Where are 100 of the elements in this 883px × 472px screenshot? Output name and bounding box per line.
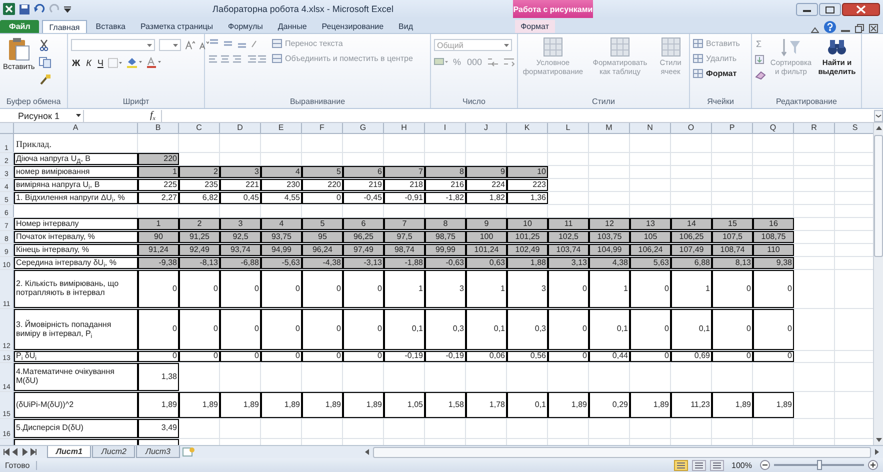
font-color-icon[interactable] [146,57,162,68]
vertical-align-icon[interactable] [208,39,258,49]
column-header[interactable]: K [507,123,548,134]
borders-icon[interactable] [108,58,122,68]
fill-icon[interactable] [755,55,765,65]
ribbon-tab[interactable]: Файл [0,20,40,33]
expand-icon[interactable] [874,110,883,122]
format-button[interactable]: Ч [96,58,104,68]
minimize-icon[interactable] [796,2,818,16]
scroll-left-icon[interactable] [364,448,370,456]
ribbon-button[interactable]: Формат [693,69,740,78]
column-header[interactable]: M [589,123,630,134]
format-button[interactable]: Ж [71,58,82,68]
shrink-font-icon[interactable] [199,40,209,50]
ribbon-tab[interactable]: Данные [272,20,313,33]
sheet-tab[interactable]: Лист3 [136,446,180,458]
column-header[interactable]: H [384,123,425,134]
scroll-up-icon[interactable] [874,125,882,131]
column-header[interactable]: F [302,123,343,134]
restore-icon[interactable] [819,2,841,16]
column-header[interactable]: J [466,123,507,134]
table-cell: 13 [630,218,671,230]
table-cell: 93,74 [220,244,261,256]
table-cell: 6 [343,218,384,230]
grow-font-icon[interactable] [185,40,195,50]
column-header[interactable]: P [712,123,753,134]
view-icon[interactable] [692,460,706,470]
ribbon-tab[interactable]: Вид [392,20,420,33]
column-header[interactable]: C [179,123,220,134]
help-icon[interactable] [824,21,836,33]
scissors-icon[interactable] [38,39,49,51]
table-cell: 8,13 [712,257,753,269]
column-header[interactable]: G [343,123,384,134]
table-cell: 0,3 [425,309,466,350]
save-icon[interactable] [19,4,30,14]
font-size-field[interactable] [159,39,181,51]
table-cell: -0,19 [384,351,425,362]
ribbon-tab[interactable]: Формат [514,20,555,33]
decrease-decimal-icon[interactable] [503,57,516,67]
eraser-icon[interactable] [755,71,766,80]
table-cell: 1 [138,218,179,230]
increase-decimal-icon[interactable] [487,57,500,67]
column-header[interactable]: O [671,123,712,134]
insert-sheet-icon[interactable] [180,447,194,457]
brush-icon[interactable] [38,74,51,86]
undo-icon[interactable] [34,4,45,14]
table-cell: 14 [671,218,712,230]
ribbon-tab[interactable]: Вставка [90,20,132,33]
close-icon[interactable] [842,2,880,16]
ribbon-tab[interactable]: Формулы [222,20,269,33]
minimize-icon[interactable] [841,29,850,33]
view-icon[interactable] [710,460,724,470]
table-cell: 6 [343,166,384,178]
zoom-level[interactable]: 100% [732,460,752,470]
scroll-right-icon[interactable] [874,448,880,456]
ribbon-tab[interactable]: Рецензирование [316,20,390,33]
fill-color-icon[interactable] [126,57,142,68]
view-icon[interactable] [674,460,688,470]
zoom-in-icon[interactable] [868,460,878,470]
table-cell: 0,44 [589,351,630,362]
font-name-field[interactable] [71,39,155,51]
ribbon-tab[interactable]: Главная [42,20,87,33]
table-cell: 102,49 [507,244,548,256]
copy-icon[interactable] [38,57,53,68]
column-header[interactable]: Q [753,123,794,134]
name-box[interactable]: Рисунок 1 [0,110,84,122]
column-header[interactable]: R [794,123,835,134]
table-cell: 0 [220,351,261,362]
column-header[interactable]: L [548,123,589,134]
slider-thumb[interactable] [817,460,822,470]
sheet-tab[interactable]: Лист2 [92,446,136,458]
column-header[interactable]: I [425,123,466,134]
customize-icon[interactable] [64,5,71,13]
ribbon-tab[interactable]: Разметка страницы [134,20,220,33]
column-header[interactable]: A [14,123,138,134]
column-header[interactable]: D [220,123,261,134]
column-header[interactable]: N [630,123,671,134]
insert-function-button[interactable]: f$_{x}$ [150,110,156,121]
table-cell: 99,99 [425,244,466,256]
collapse-ribbon-icon[interactable] [811,27,819,33]
table-cell: -1,88 [384,257,425,269]
table-cell: 1,89 [630,392,671,418]
table-cell: -4,38 [302,257,343,269]
column-header[interactable]: B [138,123,179,134]
vertical-scrollbar[interactable] [873,123,883,445]
table-grid-icon [693,69,703,78]
sheet-tab[interactable]: Лист1 [47,446,92,458]
table-cell: (δUiPi-M(δU))^2 [14,392,138,418]
scroll-down-icon[interactable] [874,437,882,443]
close-icon[interactable] [869,24,878,33]
table-cell: 0,69 [671,351,712,362]
column-header[interactable]: E [261,123,302,134]
group-label: Редактирование [776,97,837,106]
restore-icon[interactable] [855,24,864,33]
table-cell: номер вимірювання [14,166,138,178]
zoom-out-icon[interactable] [760,460,770,470]
table-cell: 9 [466,166,507,178]
table-cell: 0 [302,309,343,350]
table-cell: 0 [179,309,220,350]
format-button[interactable]: К [85,58,92,68]
